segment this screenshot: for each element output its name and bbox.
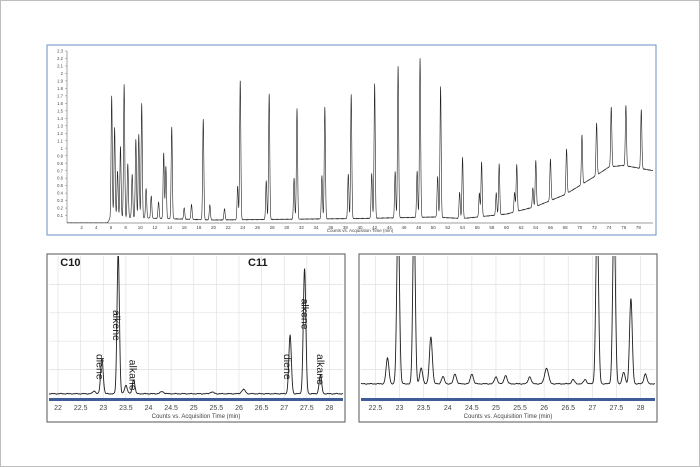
x-tick-label: 26.5 xyxy=(561,405,575,412)
y-tick-label: 2.3 xyxy=(57,49,63,54)
x-tick-label: 76 xyxy=(621,225,627,230)
x-tick-label: 72 xyxy=(592,225,598,230)
x-axis-bar xyxy=(49,398,343,401)
y-tick-label: 0.1 xyxy=(57,213,63,218)
y-tick-label: 0.2 xyxy=(57,206,63,211)
y-tick-label: 0.5 xyxy=(57,183,63,188)
y-tick-label: 1.6 xyxy=(57,101,63,106)
x-tick-label: 23 xyxy=(99,405,107,412)
x-tick-label: 58 xyxy=(489,225,495,230)
chart-panel-3: 22.5 23 23.5 24 24.5 25 25.5 26 26.5 27 27.5 28 Coun… xyxy=(358,253,658,423)
figure-canvas: 0.1 0.2 0.3 0.4 0.5 0.6 0.7 0.8 0.9 1 1.1 1.2 1.3 1.4… xyxy=(0,0,700,467)
x-tick-label: 48 xyxy=(416,225,422,230)
x-tick-label: 24.5 xyxy=(465,405,479,412)
y-tick-label: 0.8 xyxy=(57,161,63,166)
x-tick-label: 46 xyxy=(401,225,407,230)
y-tick-label: 0.6 xyxy=(57,176,63,181)
x-tick-label: 52 xyxy=(445,225,451,230)
y-tick-label: 1.1 xyxy=(57,138,63,143)
x-tick-label: 25 xyxy=(190,405,198,412)
x-tick-label: 23 xyxy=(396,405,404,412)
y-tick-label: 1.2 xyxy=(57,131,63,136)
x-tick-label: 28 xyxy=(637,405,645,412)
x-tick-label: 50 xyxy=(431,225,437,230)
x-tick-label: 64 xyxy=(533,225,539,230)
y-tick-label: 2.2 xyxy=(57,56,63,61)
x-tick-label: 74 xyxy=(607,225,613,230)
y-tick-label: 1.4 xyxy=(57,116,63,121)
x-axis-bar xyxy=(361,398,655,401)
y-tick-label: 2.1 xyxy=(57,64,63,69)
x-tick-label: 23.5 xyxy=(417,405,431,412)
x-tick-label: 62 xyxy=(519,225,525,230)
x-tick-label: 28 xyxy=(270,225,276,230)
y-tick-label: 0.9 xyxy=(57,153,63,158)
x-tick-label: 22 xyxy=(54,405,62,412)
x-tick-label: 12 xyxy=(152,225,158,230)
y-tick-label: 0.7 xyxy=(57,168,63,173)
x-tick-label: 26.5 xyxy=(255,405,269,412)
y-tick-label: 1.5 xyxy=(57,108,63,113)
x-tick-label: 56 xyxy=(475,225,481,230)
x-tick-label: 24 xyxy=(240,225,246,230)
x-tick-label: 26 xyxy=(540,405,548,412)
peak-label-alkene: alkene xyxy=(110,310,122,341)
x-tick-label: 25.5 xyxy=(210,405,224,412)
x-tick-label: 25.5 xyxy=(513,405,527,412)
x-tick-label: 27 xyxy=(280,405,288,412)
chart-panel-2: 22 22.5 23 23.5 24 24.5 25 25.5 26 26.5 27 27.5 28 Co… xyxy=(46,253,346,423)
peak-group-label: C10 xyxy=(60,257,80,269)
x-tick-label: 23.5 xyxy=(119,405,133,412)
x-tick-label: 68 xyxy=(563,225,569,230)
peak-label-diene: diene xyxy=(281,354,293,380)
x-tick-label: 70 xyxy=(577,225,583,230)
x-tick-label: 78 xyxy=(636,225,642,230)
x-tick-label: 26 xyxy=(255,225,261,230)
y-tick-label: 0.4 xyxy=(57,191,63,196)
y-tick-label: 0.3 xyxy=(57,198,63,203)
x-axis-title: Counts vs. Acquisition Time (min) xyxy=(464,414,553,420)
x-tick-label: 16 xyxy=(182,225,188,230)
peak-group-label: C11 xyxy=(248,257,268,269)
x-tick-label: 25 xyxy=(492,405,500,412)
chromatogram-figure: 0.10.20.30.40.50.60.70.80.911.11.21.31.4… xyxy=(46,44,658,423)
x-tick-label: 24.5 xyxy=(164,405,178,412)
x-tick-label: 34 xyxy=(314,225,320,230)
x-tick-label: 27 xyxy=(588,405,596,412)
x-tick-label: 26 xyxy=(235,405,243,412)
x-tick-label: 27.5 xyxy=(300,405,314,412)
x-tick-label: 22 xyxy=(226,225,232,230)
x-axis-title: Counts vs. Acquisition Time (min) xyxy=(327,228,394,233)
x-tick-label: 32 xyxy=(299,225,305,230)
x-tick-label: 24 xyxy=(145,405,153,412)
x-tick-label: 14 xyxy=(167,225,173,230)
x-tick-label: 18 xyxy=(196,225,202,230)
peak-label-alkane: alkane xyxy=(314,354,326,385)
x-tick-label: 30 xyxy=(284,225,290,230)
x-tick-label: 54 xyxy=(460,225,466,230)
x-tick-label: 20 xyxy=(211,225,217,230)
peak-label-diene: diene xyxy=(93,354,105,380)
x-tick-label: 22.5 xyxy=(74,405,88,412)
chart-frame xyxy=(46,253,346,423)
x-tick-label: 60 xyxy=(504,225,510,230)
chart-panel-1: 0.10.20.30.40.50.60.70.80.911.11.21.31.4… xyxy=(46,44,657,236)
y-tick-label: 1.9 xyxy=(57,79,63,84)
y-tick-label: 1.7 xyxy=(57,93,63,98)
x-tick-label: 66 xyxy=(548,225,554,230)
x-tick-label: 24 xyxy=(444,405,452,412)
x-tick-label: 27.5 xyxy=(610,405,624,412)
x-tick-label: 22.5 xyxy=(369,405,383,412)
peak-label-alkene: alkene xyxy=(298,299,310,330)
peak-label-alkane: alkane xyxy=(127,360,139,391)
x-tick-label: 10 xyxy=(138,225,144,230)
x-tick-label: 28 xyxy=(326,405,334,412)
y-tick-label: 1.8 xyxy=(57,86,63,91)
x-axis-title: Counts vs. Acquisition Time (min) xyxy=(152,414,241,420)
y-tick-label: 1.3 xyxy=(57,123,63,128)
